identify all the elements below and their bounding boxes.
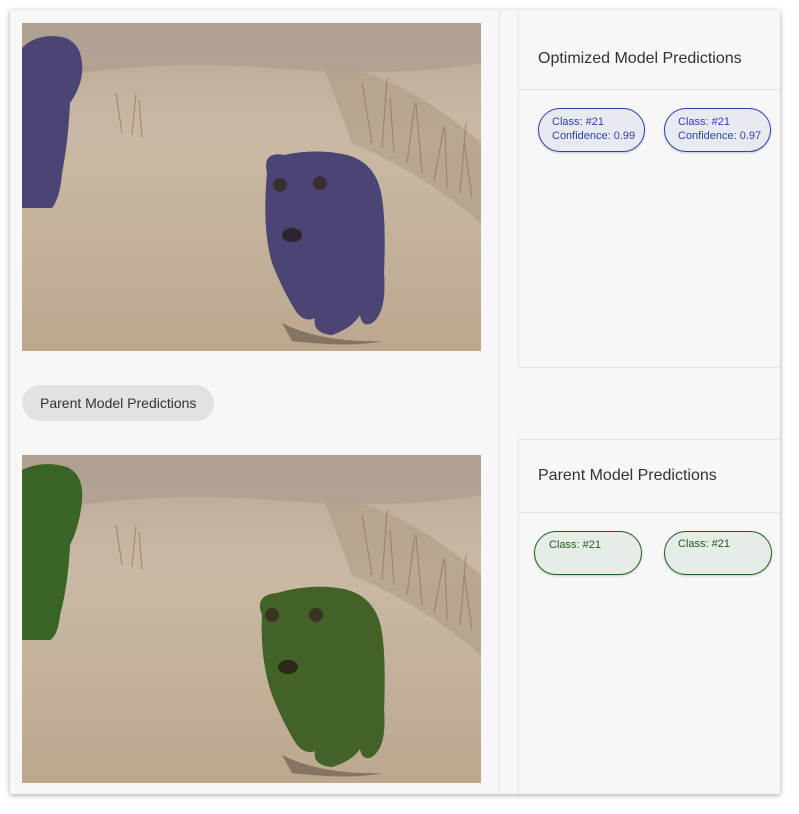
parent-prediction-chip[interactable]: Class: #21 xyxy=(664,531,772,575)
optimized-prediction-chip[interactable]: Class: #21 Confidence: 0.99 xyxy=(538,108,645,152)
optimized-prediction-chip[interactable]: Class: #21 Confidence: 0.97 xyxy=(664,108,771,152)
parent-prediction-chip[interactable]: Class: #21 xyxy=(534,531,642,575)
prediction-class-label: Class: #21 xyxy=(678,538,730,550)
predictions-card: Parent Model Predictions Optimized Model… xyxy=(10,10,780,794)
optimized-panel-title: Optimized Model Predictions xyxy=(519,10,780,90)
prediction-confidence-label: Confidence: 0.99 xyxy=(552,130,636,142)
optimized-prediction-image xyxy=(22,23,481,351)
parent-prediction-image xyxy=(22,455,481,783)
vertical-divider xyxy=(499,10,500,794)
parent-model-predictions-button[interactable]: Parent Model Predictions xyxy=(22,385,215,421)
parent-panel-title: Parent Model Predictions xyxy=(519,440,780,513)
prediction-confidence-label: Confidence: 0.97 xyxy=(678,130,762,142)
parent-predictions-panel: Parent Model Predictions Class: #21 Clas… xyxy=(518,439,780,794)
optimized-predictions-panel: Optimized Model Predictions Class: #21 C… xyxy=(518,10,780,368)
prediction-class-label: Class: #21 xyxy=(549,539,601,551)
prediction-class-label: Class: #21 xyxy=(678,116,730,128)
prediction-class-label: Class: #21 xyxy=(552,116,604,128)
